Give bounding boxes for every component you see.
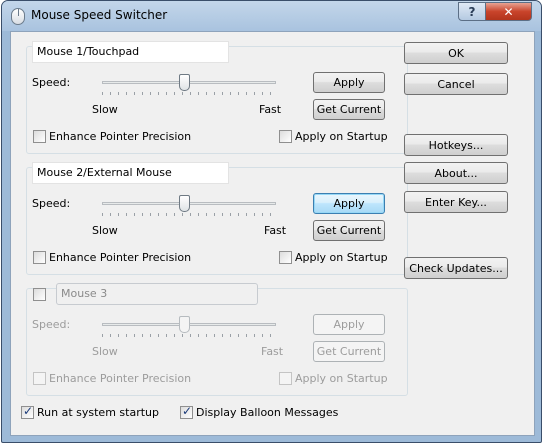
close-icon[interactable]: ✕: [485, 2, 532, 21]
mouse2-fast-label: Fast: [264, 224, 287, 237]
mouse1-slider-ticks: [102, 92, 276, 95]
mouse2-startup-checkbox[interactable]: [279, 251, 292, 264]
mouse3-slow-label: Slow: [92, 345, 118, 358]
run-at-startup-checkbox[interactable]: [21, 404, 34, 419]
mouse1-fast-label: Fast: [259, 103, 282, 116]
slider-thumb-icon[interactable]: [179, 195, 190, 212]
mouse2-group: Mouse 2/External Mouse Speed: Slow Fast …: [26, 162, 408, 275]
mouse2-slow-label: Slow: [92, 224, 118, 237]
hotkeys-button[interactable]: Hotkeys...: [404, 134, 508, 156]
slider-thumb-icon: [179, 316, 190, 333]
run-at-startup-label: Run at system startup: [37, 406, 159, 419]
mouse1-group: Mouse 1/Touchpad Speed: Slow Fast Apply …: [26, 41, 408, 154]
mouse2-get-current-button[interactable]: Get Current: [313, 220, 385, 241]
mouse3-startup-checkbox: [279, 372, 292, 385]
mouse3-enhance-label: Enhance Pointer Precision: [49, 372, 192, 385]
dialog-client-area: Mouse 1/Touchpad Speed: Slow Fast Apply …: [10, 31, 535, 436]
mouse1-apply-button[interactable]: Apply: [313, 72, 385, 93]
mouse3-group: Mouse 3 Speed: Slow Fast Apply Get Curre…: [26, 283, 408, 396]
mouse-speed-switcher-window: Mouse Speed Switcher ? ✕ Mouse 1/Touchpa…: [1, 0, 542, 443]
mouse2-startup-label: Apply on Startup: [295, 251, 388, 264]
mouse3-enhance-checkbox: [33, 372, 46, 385]
mouse3-get-current-button: Get Current: [313, 341, 385, 362]
ok-button[interactable]: OK: [404, 42, 508, 64]
mouse2-slider-ticks: [102, 213, 276, 216]
mouse3-fast-label: Fast: [261, 345, 284, 358]
check-updates-button[interactable]: Check Updates...: [404, 257, 508, 279]
mouse2-speed-label: Speed:: [32, 197, 71, 210]
mouse1-get-current-button[interactable]: Get Current: [313, 99, 385, 120]
mouse3-slider-ticks: [102, 334, 276, 337]
cancel-button[interactable]: Cancel: [404, 73, 508, 95]
mouse3-apply-button: Apply: [313, 314, 385, 335]
mouse2-enhance-label: Enhance Pointer Precision: [49, 251, 192, 264]
mouse1-name-field[interactable]: Mouse 1/Touchpad: [32, 41, 229, 63]
balloon-messages-checkbox[interactable]: [180, 404, 193, 419]
mouse2-name-field[interactable]: Mouse 2/External Mouse: [32, 162, 229, 184]
slider-thumb-icon[interactable]: [179, 74, 190, 91]
enter-key-button[interactable]: Enter Key...: [404, 191, 508, 213]
mouse3-name-field: Mouse 3: [56, 283, 258, 305]
mouse3-enable-checkbox[interactable]: [33, 288, 46, 301]
help-icon[interactable]: ?: [458, 2, 486, 21]
mouse3-speed-label: Speed:: [32, 318, 71, 331]
mouse1-startup-label: Apply on Startup: [295, 130, 388, 143]
mouse-icon: [11, 8, 25, 25]
mouse1-enhance-label: Enhance Pointer Precision: [49, 130, 192, 143]
about-button[interactable]: About...: [404, 162, 508, 184]
balloon-messages-label: Display Balloon Messages: [196, 406, 339, 419]
mouse1-startup-checkbox[interactable]: [279, 130, 292, 143]
mouse2-apply-button[interactable]: Apply: [313, 193, 385, 214]
mouse1-slow-label: Slow: [92, 103, 118, 116]
mouse1-enhance-checkbox[interactable]: [33, 130, 46, 143]
mouse1-speed-label: Speed:: [32, 76, 71, 89]
mouse3-startup-label: Apply on Startup: [295, 372, 388, 385]
window-title: Mouse Speed Switcher: [31, 8, 168, 22]
title-bar[interactable]: Mouse Speed Switcher ? ✕: [2, 1, 541, 31]
mouse2-enhance-checkbox[interactable]: [33, 251, 46, 264]
